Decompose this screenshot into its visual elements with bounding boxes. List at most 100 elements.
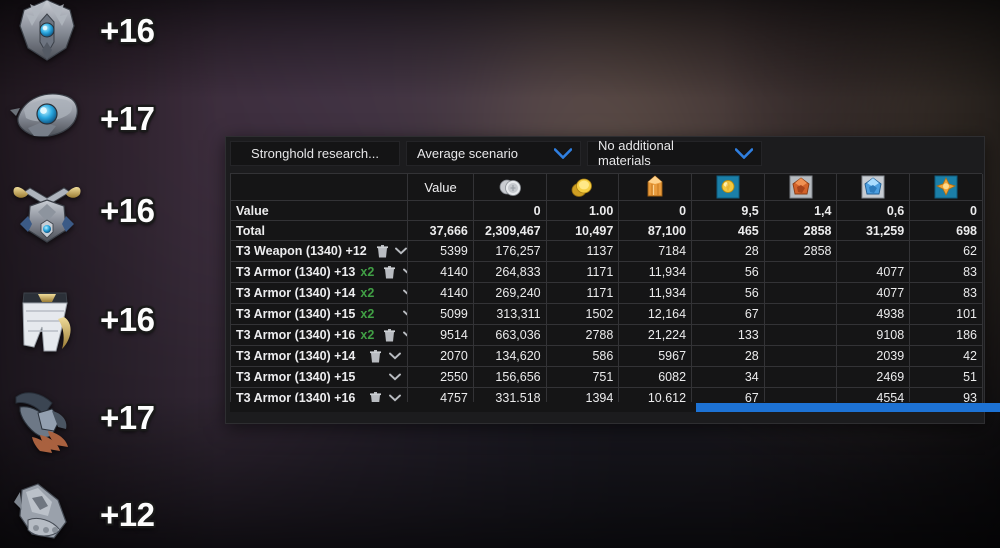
delete-row-icon[interactable] (382, 327, 397, 343)
table-row[interactable]: T3 Armor (1340) +14 2070 134,620 586 5967 28 2… (231, 345, 983, 367)
summary-material-cell: 0 (473, 200, 547, 221)
row-material-cell: 2469 (836, 366, 911, 388)
gear-item-label: +16 (100, 301, 155, 338)
scenario-select[interactable]: Average scenario (406, 140, 581, 166)
weapon-icon (8, 476, 86, 548)
chevron-down-icon (735, 147, 753, 159)
table-row[interactable]: T3 Armor (1340) +15 x2 5099 313,311 1502 12,1… (231, 303, 983, 325)
table-row[interactable]: T3 Armor (1340) +14 x2 4140 269,240 1171 11,9… (231, 282, 983, 304)
row-material-cell: 134,620 (473, 345, 547, 367)
row-material-cell: 56 (691, 261, 765, 283)
row-value-cell: 9514 (407, 324, 474, 346)
summary-value-cell (407, 200, 474, 221)
table-row[interactable]: T3 Armor (1340) +13 x2 4140 264,833 1171 11,9… (231, 261, 983, 283)
preset-field[interactable]: Stronghold research... (230, 140, 400, 166)
gear-item-pants[interactable]: +16 (8, 277, 208, 363)
row-expand-chevron-icon[interactable] (401, 327, 407, 343)
row-material-cell (764, 366, 838, 388)
header-fusion-material (909, 174, 983, 201)
row-expand-chevron-icon[interactable] (387, 369, 402, 385)
row-material-cell: 156,656 (473, 366, 547, 388)
gold-coin-icon (552, 174, 614, 200)
row-material-cell: 42 (909, 345, 983, 367)
gear-item-shoulder[interactable]: +17 (8, 76, 208, 162)
row-material-cell: 133 (691, 324, 765, 346)
summary-material-cell: 1.00 (546, 200, 620, 221)
materials-select[interactable]: No additional materials (587, 138, 762, 168)
row-expand-chevron-icon[interactable] (387, 348, 402, 364)
row-name-cell: T3 Armor (1340) +15 x2 (231, 303, 409, 325)
chevron-down-icon (554, 147, 572, 159)
table-row[interactable]: T3 Armor (1340) +15 2550 156,656 751 6082 34 2… (231, 366, 983, 388)
row-material-cell: 51 (909, 366, 983, 388)
row-material-cell: 6082 (618, 366, 693, 388)
header-leapstone (764, 174, 838, 201)
row-material-cell: 21,224 (618, 324, 693, 346)
summary-material-cell: 0 (909, 200, 983, 221)
summary-value-cell: 37,666 (407, 220, 474, 241)
scenario-label: Average scenario (417, 145, 518, 161)
row-name-label: T3 Armor (1340) +14 (236, 349, 356, 363)
summary-material-cell: 87,100 (618, 220, 693, 241)
row-material-cell (764, 324, 838, 346)
row-expand-chevron-icon[interactable] (401, 306, 407, 322)
row-name-cell: T3 Armor (1340) +16 x2 (231, 324, 409, 346)
row-material-cell (836, 240, 911, 262)
delete-row-icon[interactable] (375, 243, 390, 259)
table-row[interactable]: T3 Weapon (1340) +12 5399 176,257 1137 7184 2… (231, 240, 983, 262)
row-expand-chevron-icon[interactable] (401, 285, 407, 301)
row-name-cell: T3 Armor (1340) +14 (231, 345, 409, 367)
row-material-cell: 1171 (546, 261, 620, 283)
row-material-cell: 751 (546, 366, 620, 388)
delete-row-icon[interactable] (368, 348, 383, 364)
gear-item-label: +12 (100, 496, 155, 533)
summary-row: Value 0 1.00 0 9,5 1,4 0,6 0 (231, 200, 983, 221)
summary-material-cell: 10,497 (546, 220, 620, 241)
row-multiplier-label: x2 (360, 328, 375, 342)
row-material-cell: 67 (691, 303, 765, 325)
row-multiplier-label: x2 (360, 286, 375, 300)
summary-material-cell: 1,4 (764, 200, 838, 221)
table-row[interactable]: T3 Armor (1340) +16 x2 9514 663,036 2788 21,2… (231, 324, 983, 346)
summary-row-label: Value (231, 200, 409, 221)
row-material-cell: 101 (909, 303, 983, 325)
summary-row: Total 37,666 2,309,467 10,497 87,100 465 2858 3… (231, 220, 983, 241)
row-material-cell: 586 (546, 345, 620, 367)
row-name-cell: T3 Armor (1340) +14 x2 (231, 282, 409, 304)
summary-row-label: Total (231, 220, 409, 241)
summary-material-cell: 0,6 (836, 200, 911, 221)
row-multiplier-label: x2 (360, 265, 375, 279)
row-expand-chevron-icon[interactable] (394, 243, 407, 259)
gear-item-label: +16 (100, 192, 155, 229)
materials-label: No additional materials (598, 138, 674, 168)
helmet-icon (8, 0, 86, 70)
row-material-cell: 1171 (546, 282, 620, 304)
summary-material-cell: 2858 (764, 220, 838, 241)
row-material-cell: 663,036 (473, 324, 547, 346)
toolbar: Stronghold research... Average scenario … (226, 137, 984, 169)
gear-item-label: +16 (100, 12, 155, 49)
gear-item-weapon[interactable]: +12 (8, 472, 208, 548)
row-value-cell: 4140 (407, 261, 474, 283)
summary-material-cell: 698 (909, 220, 983, 241)
header-destiny-shard (618, 174, 693, 201)
gear-item-chest[interactable]: +16 (8, 168, 208, 254)
row-material-cell: 5967 (618, 345, 693, 367)
gear-item-gloves[interactable]: +17 (8, 375, 208, 461)
row-name-cell: T3 Armor (1340) +13 x2 (231, 261, 409, 283)
fusion-material-icon (915, 174, 977, 200)
gear-item-helmet[interactable]: +16 (8, 0, 208, 74)
row-material-cell: 56 (691, 282, 765, 304)
row-name-cell: T3 Armor (1340) +15 (231, 366, 409, 388)
row-expand-chevron-icon[interactable] (401, 264, 407, 280)
pants-icon (8, 281, 86, 359)
scrollbar-thumb[interactable] (696, 403, 1000, 412)
leapstone-icon (770, 174, 832, 200)
delete-row-icon[interactable] (382, 264, 397, 280)
row-material-cell: 186 (909, 324, 983, 346)
row-material-cell: 11,934 (618, 261, 693, 283)
great-honor-leapstone-icon (842, 174, 904, 200)
horizontal-scrollbar[interactable] (230, 402, 1000, 412)
chest-icon (8, 172, 86, 250)
row-material-cell (764, 261, 838, 283)
